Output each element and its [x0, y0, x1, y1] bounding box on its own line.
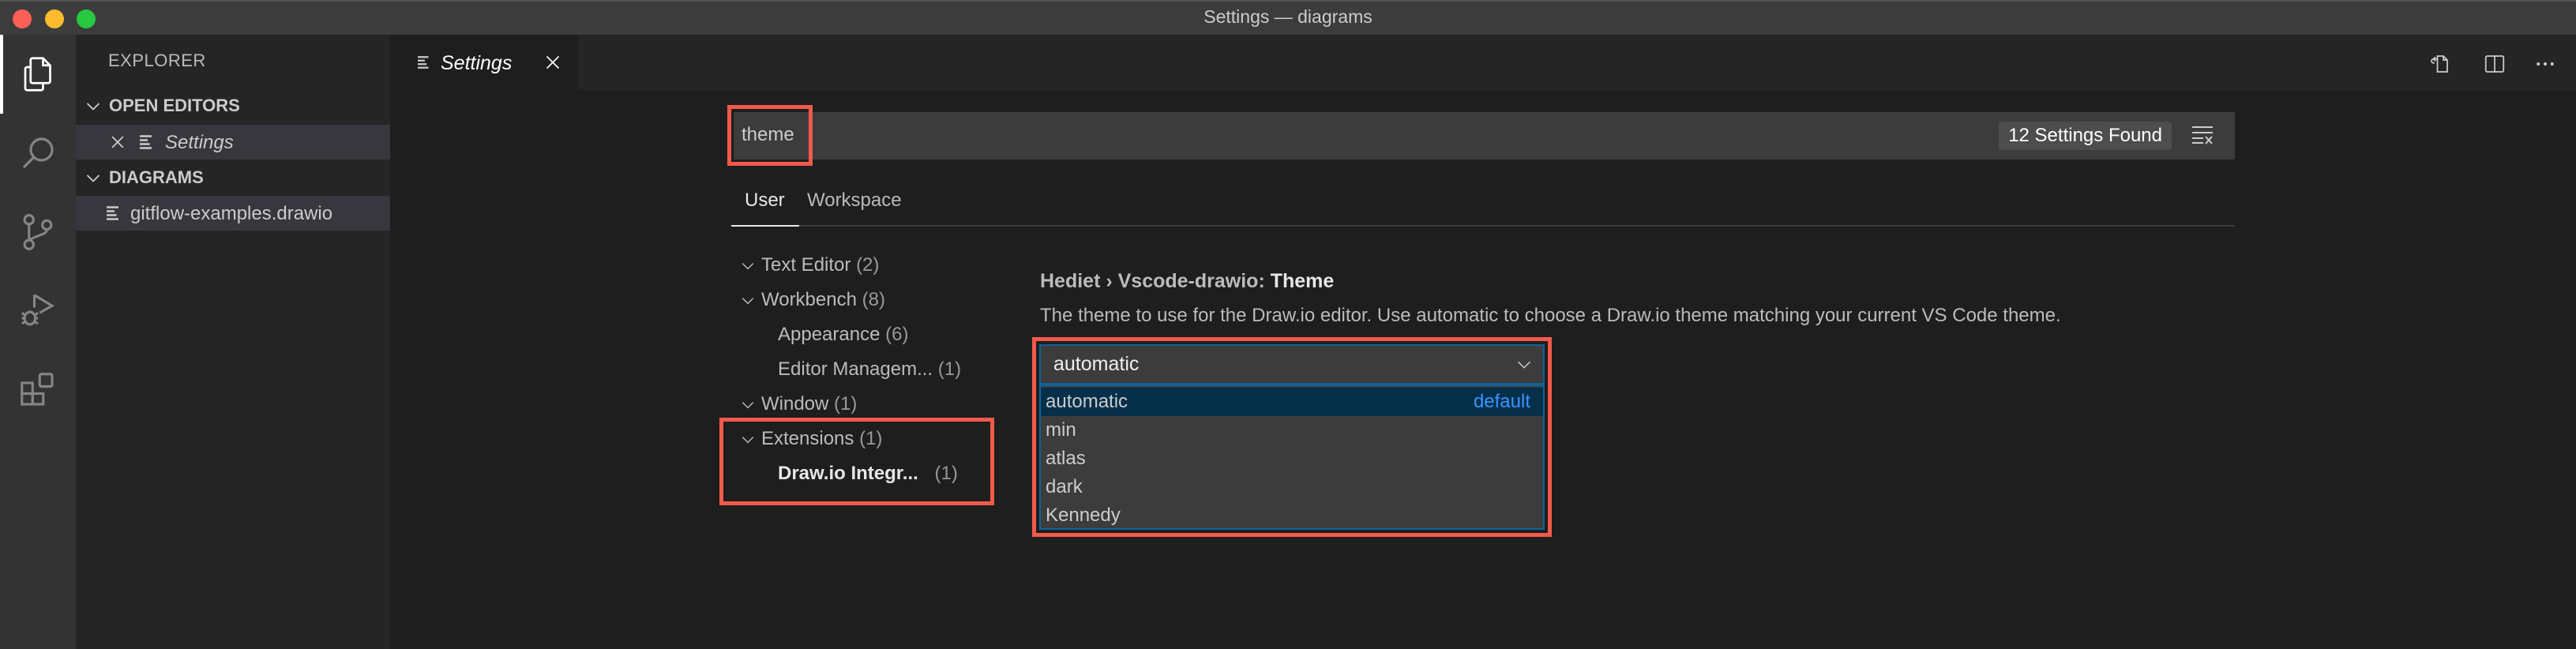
toc-label: Editor Managem...	[778, 358, 933, 380]
toc-window[interactable]: Window (1)	[741, 393, 857, 415]
editor-actions	[2386, 35, 2576, 90]
toc-appearance[interactable]: Appearance (6)	[778, 324, 908, 346]
section-diagrams-label: DIAGRAMS	[109, 167, 204, 187]
file-gitflow-examples[interactable]: gitflow-examples.drawio	[76, 196, 390, 231]
files-icon	[24, 57, 51, 92]
editor-area: Settings theme 12 Settings Found User Wo…	[390, 35, 2576, 649]
chevron-down-icon	[742, 298, 754, 305]
toc-count: (1)	[834, 393, 858, 415]
section-open-editors[interactable]: OPEN EDITORS	[76, 89, 390, 122]
chevron-down-icon	[77, 96, 109, 115]
activity-search[interactable]	[0, 114, 76, 193]
setting-description: The theme to use for the Draw.io editor.…	[1040, 305, 2061, 326]
chevron-down-icon	[742, 402, 754, 409]
scope-tab-user[interactable]: User	[745, 189, 785, 212]
title-bar: Settings — diagrams	[0, 0, 2576, 35]
activity-explorer[interactable]	[0, 35, 76, 114]
settings-search-input[interactable]: theme 12 Settings Found	[734, 112, 2235, 159]
open-json-icon[interactable]	[2428, 52, 2451, 76]
ellipsis-icon[interactable]	[2533, 52, 2557, 76]
activity-run-debug[interactable]	[0, 272, 76, 351]
close-icon[interactable]	[545, 54, 561, 70]
file-gitflow-examples-label: gitflow-examples.drawio	[130, 203, 333, 224]
highlight-theme-select	[1032, 337, 1552, 537]
tab-settings-label: Settings	[441, 52, 513, 74]
toc-label: Text Editor	[761, 254, 851, 276]
section-diagrams[interactable]: DIAGRAMS	[76, 161, 390, 194]
run-debug-icon	[21, 294, 55, 326]
settings-file-icon	[140, 135, 152, 149]
toc-count: (2)	[856, 254, 880, 276]
extensions-icon	[21, 373, 54, 406]
activity-bar	[0, 35, 76, 649]
setting-title: Hediet › Vscode-drawio: Theme	[1040, 270, 1334, 293]
toc-workbench[interactable]: Workbench (8)	[741, 289, 885, 311]
toc-label: Workbench	[761, 289, 857, 310]
tab-settings[interactable]: Settings	[390, 35, 578, 90]
toc-editor-management[interactable]: Editor Managem... (1)	[778, 358, 961, 381]
toc-count: (1)	[937, 358, 962, 380]
toc-label: Appearance	[778, 324, 881, 345]
clear-filter-icon[interactable]	[2192, 125, 2214, 145]
chevron-down-icon	[77, 168, 109, 187]
sidebar-title: EXPLORER	[108, 51, 206, 70]
settings-file-icon	[418, 56, 429, 69]
activity-source-control[interactable]	[0, 193, 76, 272]
chevron-down-icon	[742, 263, 754, 270]
explorer-sidebar: EXPLORER OPEN EDITORS Settings DIAGRAMS …	[76, 35, 390, 649]
open-editor-settings-label: Settings	[165, 132, 234, 153]
settings-scope-tabs: User Workspace	[731, 183, 2235, 227]
section-open-editors-label: OPEN EDITORS	[109, 96, 240, 115]
file-lines-icon	[107, 206, 118, 220]
open-editor-settings[interactable]: Settings	[76, 125, 390, 159]
toc-count: (6)	[885, 324, 909, 345]
setting-category: Hediet › Vscode-drawio:	[1040, 270, 1271, 292]
split-editor-icon[interactable]	[2483, 52, 2507, 76]
toc-label: Window	[761, 393, 829, 415]
scope-tab-workspace[interactable]: Workspace	[807, 189, 902, 212]
tab-bar: Settings	[390, 35, 2576, 90]
close-icon[interactable]	[109, 133, 126, 151]
window-title: Settings — diagrams	[1204, 6, 1372, 27]
search-icon	[22, 137, 54, 169]
highlight-search	[727, 105, 813, 166]
source-control-icon	[23, 214, 53, 250]
highlight-extensions	[719, 418, 994, 505]
activity-extensions[interactable]	[0, 351, 76, 430]
setting-key: Theme	[1270, 270, 1335, 292]
active-tab-indicator	[731, 225, 799, 227]
results-count-badge: 12 Settings Found	[1999, 122, 2172, 150]
toc-text-editor[interactable]: Text Editor (2)	[741, 254, 879, 276]
toc-count: (8)	[862, 289, 885, 310]
